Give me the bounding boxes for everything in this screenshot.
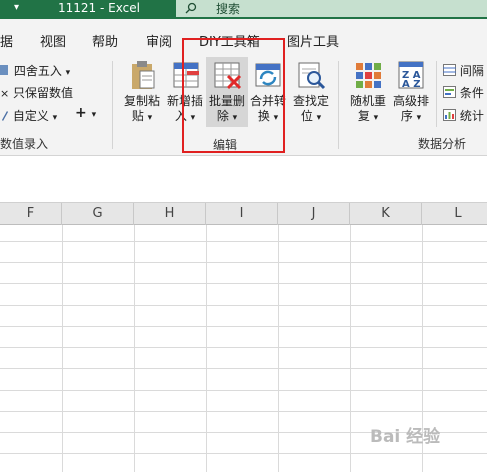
copy-paste-label-1: 复制粘 xyxy=(123,94,160,108)
interval-button[interactable]: 间隔 xyxy=(443,62,484,79)
quick-access-dropdown[interactable]: ▾ xyxy=(14,2,19,13)
copy-paste-label-2: 贴 ▾ xyxy=(131,109,153,123)
sort-az-icon: Z A A Z xyxy=(398,61,424,90)
row-gridline xyxy=(0,390,487,391)
row-gridline xyxy=(0,368,487,369)
tab-view[interactable]: 视图 xyxy=(40,31,66,50)
tab-picture-tools[interactable]: 图片工具 xyxy=(287,31,339,50)
find-locate-button[interactable]: 查找定 位 ▾ xyxy=(290,59,332,126)
custom-label: 自定义 xyxy=(12,109,49,123)
highlight-annotation xyxy=(182,38,285,153)
condition-button[interactable]: 条件 xyxy=(443,84,484,101)
advanced-sort-label-1: 高级排 xyxy=(392,94,429,108)
search-placeholder: 搜索 xyxy=(216,2,241,16)
column-header-row: F G H I J K L xyxy=(0,202,487,225)
search-icon xyxy=(185,2,197,14)
add-button[interactable]: + ▾ xyxy=(75,105,96,121)
stats-label: 统计 xyxy=(459,109,484,123)
interval-label: 间隔 xyxy=(459,64,484,78)
interval-icon xyxy=(443,64,456,76)
column-header-j[interactable]: J xyxy=(278,203,350,225)
column-header-l[interactable]: L xyxy=(422,203,487,225)
row-gridline xyxy=(0,326,487,327)
tab-data[interactable]: 据 xyxy=(0,31,13,50)
find-locate-label-2: 位 ▾ xyxy=(300,109,322,123)
stats-icon xyxy=(443,109,456,121)
chevron-down-icon: ▾ xyxy=(147,113,153,123)
numeric-entry-group-label: 数值录入 xyxy=(0,137,49,151)
condition-icon xyxy=(443,86,456,98)
chevron-down-icon: ▾ xyxy=(316,113,322,123)
keep-values-button[interactable]: × 只保留数值 xyxy=(0,84,73,101)
group-divider xyxy=(112,61,113,149)
tab-help[interactable]: 帮助 xyxy=(92,31,118,50)
data-analysis-group-label: 数据分析 xyxy=(418,137,467,151)
row-gridline xyxy=(0,241,487,242)
title-bar: ▾ 11121 - Excel 搜索 xyxy=(0,0,487,19)
random-repeat-button[interactable]: 随机重 复 ▾ xyxy=(346,59,390,126)
search-box[interactable]: 搜索 xyxy=(176,0,487,17)
round-button[interactable]: 四舍五入 ▾ xyxy=(0,62,70,79)
column-header-k[interactable]: K xyxy=(350,203,422,225)
group-divider xyxy=(338,61,339,149)
advanced-sort-label-2: 序 ▾ xyxy=(400,109,422,123)
chevron-down-icon: ▾ xyxy=(373,113,379,123)
formula-bar-area xyxy=(0,155,487,202)
watermark: Bai 经验 xyxy=(370,427,441,447)
condition-label: 条件 xyxy=(459,86,484,100)
clipboard-icon xyxy=(132,61,155,89)
copy-paste-button[interactable]: 复制粘 贴 ▾ xyxy=(120,59,164,126)
chevron-down-icon: ▾ xyxy=(416,113,422,123)
close-x-icon: × xyxy=(0,87,10,100)
stats-button[interactable]: 统计 xyxy=(443,107,484,124)
group-divider xyxy=(436,61,437,127)
row-gridline xyxy=(0,347,487,348)
row-gridline xyxy=(0,453,487,454)
svg-text:A Z: A Z xyxy=(402,79,420,90)
column-header-f[interactable]: F xyxy=(0,203,62,225)
custom-button[interactable]: 自定义 ▾ xyxy=(0,107,57,124)
row-gridline xyxy=(0,305,487,306)
row-gridline xyxy=(0,283,487,284)
advanced-sort-button[interactable]: Z A A Z 高级排 序 ▾ xyxy=(390,59,432,126)
chevron-down-icon: ▾ xyxy=(65,68,71,78)
round-icon xyxy=(0,65,8,75)
find-locate-label-1: 查找定 xyxy=(292,94,329,108)
window-title: 11121 - Excel xyxy=(58,1,140,15)
tab-review[interactable]: 审阅 xyxy=(146,31,172,50)
row-gridline xyxy=(0,262,487,263)
random-repeat-label-1: 随机重 xyxy=(349,94,386,108)
chevron-down-icon: ▾ xyxy=(91,110,97,120)
random-repeat-label-2: 复 ▾ xyxy=(357,109,379,123)
chevron-down-icon: ▾ xyxy=(52,113,58,123)
random-grid-icon xyxy=(356,63,381,88)
magnifier-icon xyxy=(298,62,326,90)
round-label: 四舍五入 xyxy=(13,64,62,78)
column-header-i[interactable]: I xyxy=(206,203,278,225)
pencil-icon xyxy=(2,111,8,121)
column-header-g[interactable]: G xyxy=(62,203,134,225)
row-gridline xyxy=(0,411,487,412)
column-header-h[interactable]: H xyxy=(134,203,206,225)
plus-icon: + xyxy=(75,105,87,121)
keep-values-label: 只保留数值 xyxy=(13,86,74,100)
